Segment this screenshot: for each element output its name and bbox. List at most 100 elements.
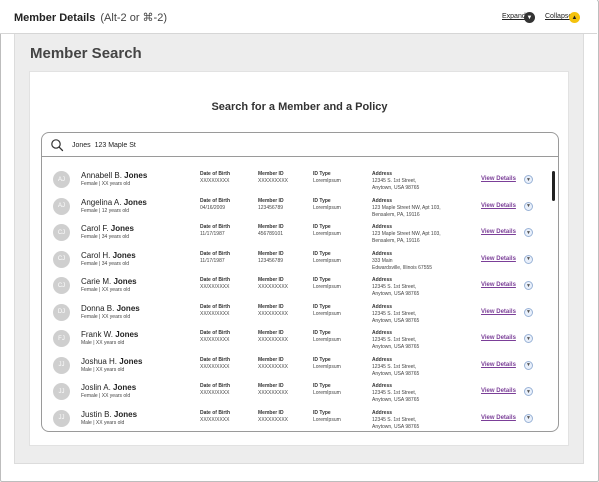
view-details-link[interactable]: View Details xyxy=(481,335,516,341)
member-row[interactable]: AJ Angelina A. Jones Female | 12 years old… xyxy=(42,194,558,219)
member-row[interactable]: JJ Justin B. Jones Male | XX years old Date… xyxy=(42,406,558,431)
chevron-down-icon[interactable]: ▼ xyxy=(524,334,533,343)
dob-value: 11/17/1987 xyxy=(200,231,225,237)
chevron-down-icon[interactable]: ▼ xyxy=(524,254,533,264)
member-id-label: Member ID xyxy=(258,409,284,416)
member-row[interactable]: DJ Donna B. Jones Female | XX years old Dat… xyxy=(42,300,558,325)
member-id-label: Member ID xyxy=(258,356,284,363)
chevron-up-icon[interactable]: ▲ xyxy=(569,12,580,23)
member-first-name: Carie M. xyxy=(81,277,112,286)
member-row[interactable]: AJ Annabell B. Jones Female | XX years old… xyxy=(42,167,558,192)
member-name[interactable]: Carol H. Jones xyxy=(81,251,136,260)
id-type-value: LoremIpsum xyxy=(313,337,341,343)
view-details-link[interactable]: View Details xyxy=(481,282,516,288)
member-name[interactable]: Justin B. Jones xyxy=(81,410,137,419)
address-label: Address xyxy=(372,197,393,204)
member-demographics: Female | XX years old xyxy=(81,181,131,187)
member-row[interactable]: JJ Joshua H. Jones Male | XX years old Date… xyxy=(42,353,558,378)
member-row[interactable]: CJ Carol H. Jones Female | 34 years old Dat… xyxy=(42,247,558,272)
member-demographics: Male | XX years old xyxy=(81,419,125,426)
view-details-link[interactable]: View Details xyxy=(481,256,516,262)
expand-button[interactable]: Expand xyxy=(502,13,526,20)
member-id-value: XXXXXXXXX xyxy=(258,310,289,317)
id-type-label: ID Type xyxy=(313,171,331,177)
id-type-value: LoremIpsum xyxy=(313,310,341,317)
member-name[interactable]: Donna B. Jones xyxy=(81,304,140,313)
chevron-down-icon[interactable]: ▼ xyxy=(524,307,533,317)
member-id-value: XXXXXXXXX xyxy=(258,363,289,370)
member-name[interactable]: Joshua H. Jones xyxy=(81,357,142,366)
member-last-name: Jones xyxy=(116,303,140,313)
chevron-down-icon[interactable]: ▼ xyxy=(524,360,533,370)
id-type-value: LoremIpsum xyxy=(313,363,341,370)
view-details-link[interactable]: View Details xyxy=(481,415,516,421)
avatar: JJ xyxy=(53,383,70,400)
dob-value: 04/16/2009 xyxy=(200,204,226,211)
dob-value: XX/XX/XXXX xyxy=(200,284,230,290)
member-demographics: Female | XX years old xyxy=(81,287,131,293)
member-name[interactable]: Angelina A. Jones xyxy=(81,198,147,207)
view-details-link[interactable]: View Details xyxy=(481,388,516,394)
view-details-link[interactable]: View Details xyxy=(481,229,516,235)
member-last-name: Jones xyxy=(113,383,137,392)
member-id-value: XXXXXXXXX xyxy=(258,337,289,343)
page-title: Member Search xyxy=(30,45,142,62)
member-row[interactable]: CJ Carie M. Jones Female | XX years old Dat… xyxy=(42,273,558,298)
id-type-value: LoremIpsum xyxy=(313,416,341,423)
member-first-name: Carol F. xyxy=(81,224,109,233)
chevron-down-icon[interactable]: ▼ xyxy=(524,228,533,237)
address-line-2: Anytown, USA 98765 xyxy=(372,317,420,324)
chevron-down-icon[interactable]: ▼ xyxy=(524,12,535,23)
address-line-2: Edwardsville, Illinois 67555 xyxy=(372,264,433,271)
search-icon xyxy=(51,139,64,152)
avatar: AJ xyxy=(53,171,70,188)
dob-value: XX/XX/XXXX xyxy=(200,178,230,184)
view-details-link[interactable]: View Details xyxy=(481,309,516,315)
member-name[interactable]: Carol F. Jones xyxy=(81,224,134,233)
chevron-down-icon[interactable]: ▼ xyxy=(524,201,533,211)
member-name[interactable]: Frank W. Jones xyxy=(81,330,138,339)
id-type-label: ID Type xyxy=(313,277,331,283)
member-last-name: Jones xyxy=(124,171,148,180)
address-label: Address xyxy=(372,356,393,363)
id-type-value: LoremIpsum xyxy=(313,284,341,290)
member-name[interactable]: Joslin A. Jones xyxy=(81,383,136,392)
dob-value: XX/XX/XXXX xyxy=(200,390,230,396)
address-label: Address xyxy=(372,330,393,336)
member-first-name: Annabell B. xyxy=(81,171,122,180)
chevron-down-icon[interactable]: ▼ xyxy=(524,281,533,290)
dob-label: Date of Birth xyxy=(200,171,230,177)
view-details-link[interactable]: View Details xyxy=(481,362,516,368)
chevron-down-icon[interactable]: ▼ xyxy=(524,387,533,396)
address-label: Address xyxy=(372,250,393,257)
view-details-link[interactable]: View Details xyxy=(481,176,516,182)
address-line-1: 12345 S. 1st Street, xyxy=(372,310,417,317)
address-line-1: 12345 S. 1st Street, xyxy=(372,178,417,184)
member-name[interactable]: Annabell B. Jones xyxy=(81,171,147,180)
member-demographics: Female | XX years old xyxy=(81,393,131,399)
address-value: 12345 S. 1st Street, Anytown, USA 98765 xyxy=(372,417,419,431)
address-line-1: 12345 S. 1st Street, xyxy=(372,416,417,423)
member-id-value: XXXXXXXXX xyxy=(258,284,289,290)
member-row[interactable]: CJ Carol F. Jones Female | 34 years old Dat… xyxy=(42,220,558,245)
address-value: 123 Maple Street NW, Apt 103, Bensalem, P… xyxy=(372,231,441,245)
member-row[interactable]: JJ Joslin A. Jones Female | XX years old Da… xyxy=(42,379,558,404)
dob-label: Date of Birth xyxy=(200,250,230,257)
member-id-label: Member ID xyxy=(258,303,284,310)
chevron-down-icon[interactable]: ▼ xyxy=(524,413,533,423)
view-details-link[interactable]: View Details xyxy=(481,203,516,209)
avatar: CJ xyxy=(53,277,70,294)
chevron-down-icon[interactable]: ▼ xyxy=(524,175,533,184)
address-line-1: 12345 S. 1st Street, xyxy=(372,390,417,396)
address-label: Address xyxy=(372,277,393,283)
dob-label: Date of Birth xyxy=(200,330,230,336)
member-row[interactable]: FJ Frank W. Jones Male | XX years old Date … xyxy=(42,326,558,351)
dob-label: Date of Birth xyxy=(200,303,230,310)
member-demographics: Female | XX years old xyxy=(81,313,131,320)
member-last-name: Jones xyxy=(110,224,134,233)
address-label: Address xyxy=(372,303,393,310)
member-name[interactable]: Carie M. Jones xyxy=(81,277,137,286)
member-id-label: Member ID xyxy=(258,171,284,177)
search-input[interactable] xyxy=(72,138,472,152)
address-line-2: Anytown, USA 98765 xyxy=(372,344,420,350)
